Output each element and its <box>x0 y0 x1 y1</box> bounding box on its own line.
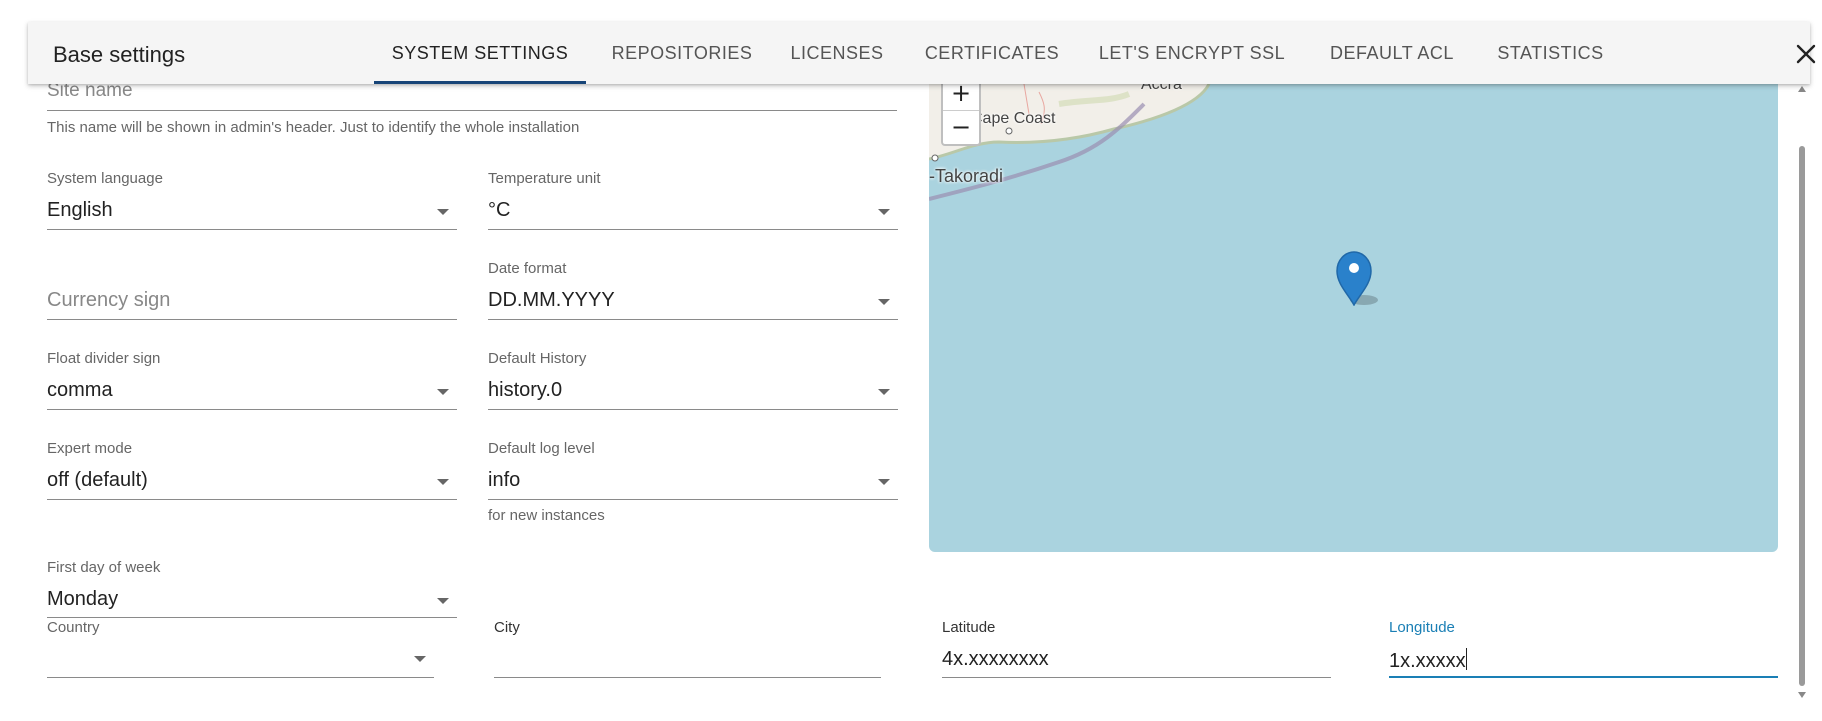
longitude-value: 1x.xxxxx <box>1389 650 1466 672</box>
close-icon <box>1796 44 1816 64</box>
map-land <box>929 84 1211 201</box>
tab-indicator <box>374 81 586 84</box>
vertical-scrollbar[interactable] <box>1796 84 1808 700</box>
chevron-down-icon <box>437 389 449 395</box>
map-label-cape-coast: Cape Coast <box>971 110 1056 127</box>
expert-mode-select[interactable]: Expert mode off (default) <box>47 440 457 500</box>
latitude-underline <box>942 677 1331 678</box>
city-label: City <box>494 619 520 636</box>
default-log-level-label: Default log level <box>488 440 595 457</box>
date-format-underline <box>488 319 898 320</box>
expert-mode-value: off (default) <box>47 469 148 491</box>
zoom-out-button[interactable]: − <box>943 110 979 144</box>
map-label-takoradi: -Takoradi <box>929 166 1004 186</box>
currency-sign-underline <box>47 319 457 320</box>
expert-mode-underline <box>47 499 457 500</box>
chevron-down-icon <box>878 299 890 305</box>
tab-lets-encrypt-ssl[interactable]: LET'S ENCRYPT SSL <box>1092 22 1292 84</box>
first-day-of-week-label: First day of week <box>47 559 161 576</box>
default-history-select[interactable]: Default History history.0 <box>488 350 898 410</box>
first-day-of-week-select[interactable]: First day of week Monday <box>47 559 457 619</box>
expert-mode-label: Expert mode <box>47 440 133 457</box>
scrollbar-thumb[interactable] <box>1799 146 1805 686</box>
temperature-unit-label: Temperature unit <box>488 170 601 187</box>
latitude-label: Latitude <box>942 619 996 636</box>
settings-dialog: Base settings SYSTEM SETTINGS REPOSITORI… <box>0 0 1822 721</box>
default-history-label: Default History <box>488 350 587 367</box>
first-day-of-week-value: Monday <box>47 588 119 610</box>
scroll-up-arrow-icon[interactable] <box>1798 86 1806 92</box>
first-day-of-week-underline <box>47 617 457 618</box>
close-button[interactable] <box>1792 40 1820 68</box>
chevron-down-icon <box>878 209 890 215</box>
date-format-value: DD.MM.YYYY <box>488 289 615 311</box>
temperature-unit-select[interactable]: Temperature unit °C <box>488 170 898 230</box>
zoom-controls: + − <box>941 84 981 146</box>
country-label: Country <box>47 619 100 636</box>
system-language-underline <box>47 229 457 230</box>
chevron-down-icon <box>878 479 890 485</box>
tab-statistics[interactable]: STATISTICS <box>1488 22 1613 84</box>
map-label-accra: Accra <box>1141 84 1182 93</box>
zoom-in-button[interactable]: + <box>943 84 979 111</box>
default-log-level-helper: for new instances <box>488 507 605 524</box>
longitude-underline <box>1389 676 1778 678</box>
system-language-label: System language <box>47 170 163 187</box>
system-language-select[interactable]: System language English <box>47 170 457 230</box>
default-history-underline <box>488 409 898 410</box>
default-log-level-value: info <box>488 469 521 491</box>
site-name-underline <box>47 110 897 111</box>
country-underline <box>47 677 434 678</box>
currency-sign-placeholder: Currency sign <box>47 289 171 311</box>
chevron-down-icon <box>437 479 449 485</box>
latitude-value: 4x.xxxxxxxx <box>942 648 1049 670</box>
site-name-helper: This name will be shown in admin's heade… <box>47 119 580 136</box>
longitude-field[interactable]: Longitude 1x.xxxxx <box>1389 619 1778 679</box>
location-marker-icon[interactable] <box>1334 250 1384 306</box>
city-underline <box>494 677 881 678</box>
tab-licenses[interactable]: LICENSES <box>782 22 892 84</box>
temperature-unit-underline <box>488 229 898 230</box>
chevron-down-icon <box>878 389 890 395</box>
text-caret <box>1465 648 1467 670</box>
chevron-down-icon <box>437 598 449 604</box>
float-divider-value: comma <box>47 379 113 401</box>
tab-certificates[interactable]: CERTIFICATES <box>912 22 1072 84</box>
default-log-level-select[interactable]: Default log level info <box>488 440 898 500</box>
scroll-down-arrow-icon[interactable] <box>1798 692 1806 698</box>
date-format-label: Date format <box>488 260 567 277</box>
longitude-label: Longitude <box>1389 619 1455 636</box>
city-field[interactable]: City <box>494 619 881 679</box>
default-log-level-underline <box>488 499 898 500</box>
temperature-unit-value: °C <box>488 199 511 221</box>
tab-system-settings[interactable]: SYSTEM SETTINGS <box>374 22 586 84</box>
dialog-header: Base settings SYSTEM SETTINGS REPOSITORI… <box>28 22 1816 84</box>
dialog-title: Base settings <box>53 42 186 67</box>
tab-repositories[interactable]: REPOSITORIES <box>602 22 762 84</box>
system-language-value: English <box>47 199 113 221</box>
longitude-input[interactable]: 1x.xxxxx <box>1389 648 1467 673</box>
location-map[interactable]: Accra Cape Coast -Takoradi + − <box>929 84 1778 552</box>
float-divider-label: Float divider sign <box>47 350 161 367</box>
chevron-down-icon <box>437 209 449 215</box>
latitude-field[interactable]: Latitude 4x.xxxxxxxx <box>942 619 1331 679</box>
float-divider-select[interactable]: Float divider sign comma <box>47 350 457 410</box>
default-history-value: history.0 <box>488 379 563 401</box>
country-select[interactable]: Country <box>47 619 434 679</box>
tab-default-acl[interactable]: DEFAULT ACL <box>1312 22 1472 84</box>
chevron-down-icon <box>414 656 426 662</box>
float-divider-underline <box>47 409 457 410</box>
currency-sign-field[interactable]: Currency sign <box>47 260 457 320</box>
date-format-select[interactable]: Date format DD.MM.YYYY <box>488 260 898 320</box>
